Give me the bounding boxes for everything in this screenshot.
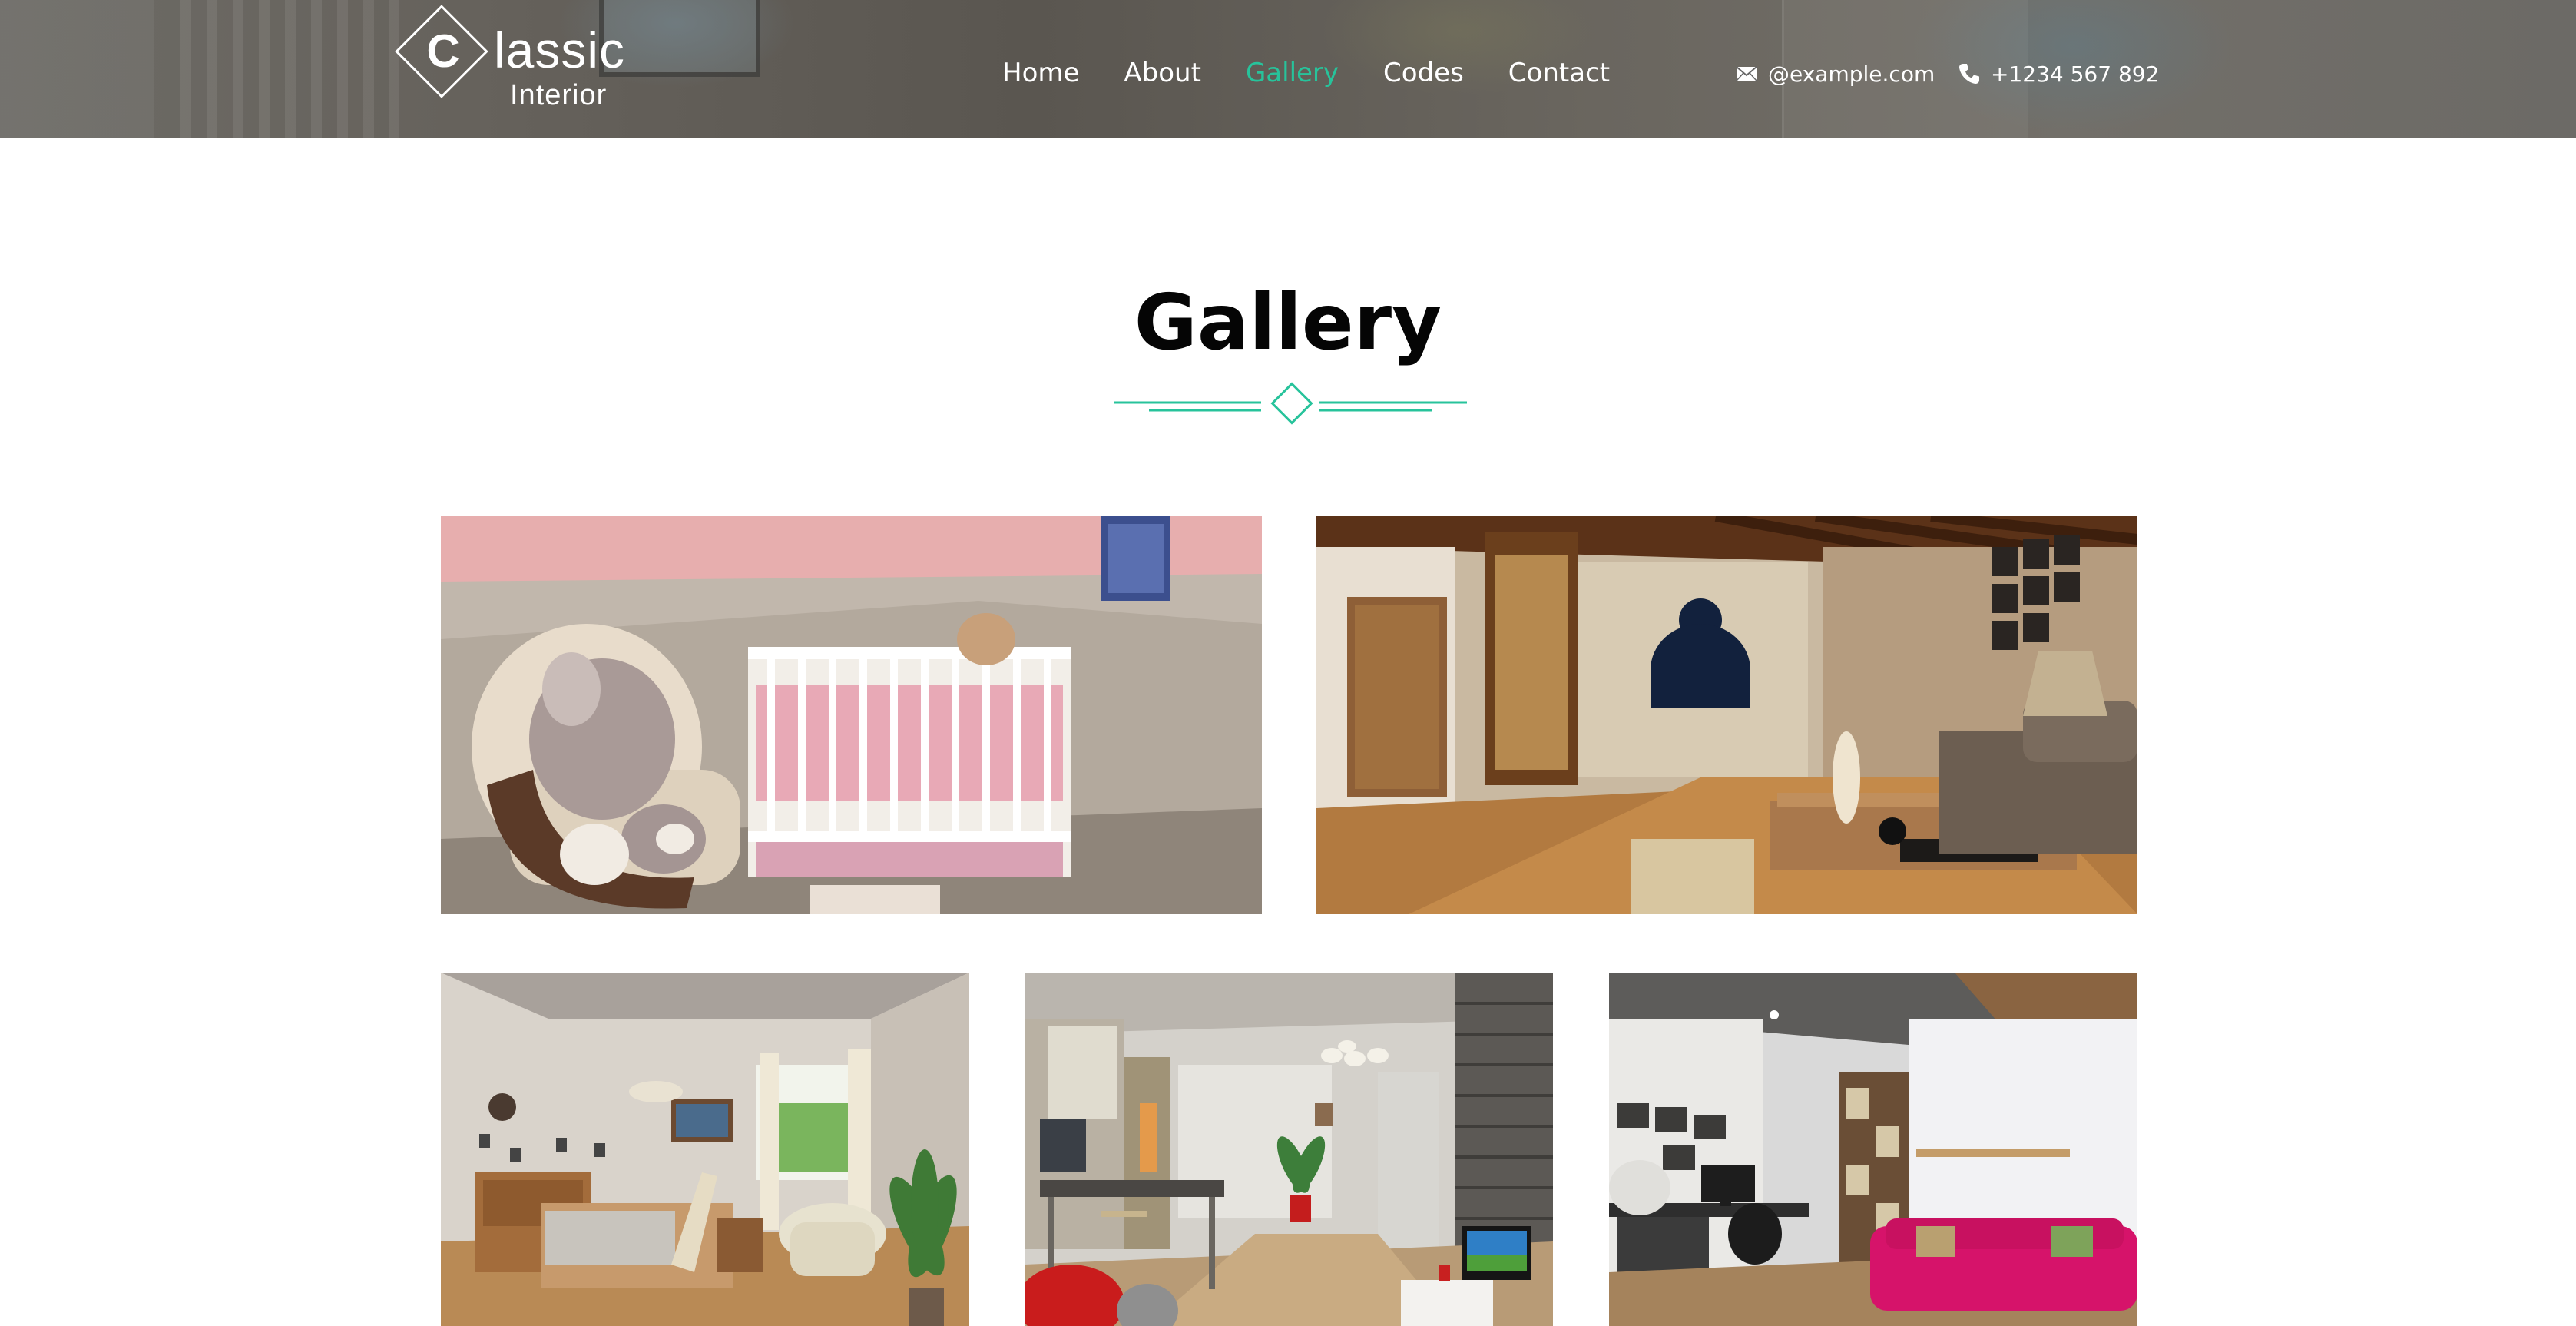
gallery-photo-living-room[interactable] <box>1316 516 2137 914</box>
bedroom-image <box>441 973 969 1326</box>
contact-phone[interactable]: +1234 567 892 <box>1957 58 2159 89</box>
nav-contact[interactable]: Contact <box>1508 54 1610 92</box>
nursery-image <box>441 516 1262 914</box>
envelope-icon <box>1736 66 1757 81</box>
site-header: C lassic Interior Home About Gallery Cod… <box>0 0 2576 138</box>
gallery-photo-study[interactable] <box>1609 973 2137 1326</box>
living-room-image <box>1316 516 2137 914</box>
site-logo[interactable]: C lassic Interior <box>395 5 628 115</box>
nav-about[interactable]: About <box>1124 54 1201 92</box>
nav-home[interactable]: Home <box>1002 54 1079 92</box>
gallery-photo-nursery[interactable] <box>441 516 1262 914</box>
logo-initial: C <box>426 25 460 77</box>
study-image <box>1609 973 2137 1326</box>
contact-email[interactable]: @example.com <box>1734 58 1935 89</box>
nav-codes[interactable]: Codes <box>1383 54 1464 92</box>
contact-email-text: @example.com <box>1768 61 1935 87</box>
main-nav: Home About Gallery Codes Contact <box>1002 54 1654 92</box>
gallery-photo-bedroom[interactable] <box>441 973 969 1326</box>
title-divider-ornament <box>1114 382 1467 425</box>
logo-word: lassic <box>494 22 626 78</box>
gallery-photo-kitchen[interactable] <box>1025 973 1553 1326</box>
contact-phone-text: +1234 567 892 <box>1991 61 2160 87</box>
kitchen-image <box>1025 973 1553 1326</box>
nav-gallery[interactable]: Gallery <box>1246 54 1339 92</box>
logo-subtitle: Interior <box>510 79 608 111</box>
phone-icon <box>1959 64 1979 84</box>
header-background-curtain <box>180 0 399 138</box>
gallery-title: Gallery <box>1134 277 1442 367</box>
